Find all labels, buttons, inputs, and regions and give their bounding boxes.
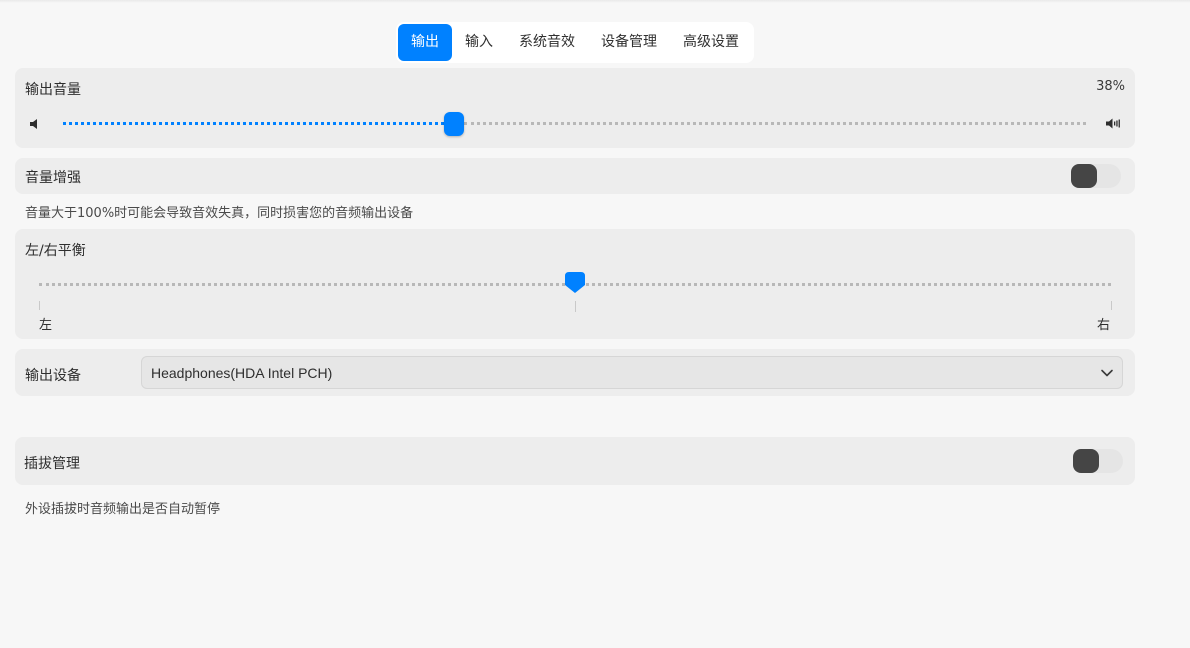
plug-management-toggle-knob xyxy=(1073,449,1099,473)
balance-right-label: 右 xyxy=(1097,318,1111,333)
volume-boost-label: 音量增强 xyxy=(25,170,81,186)
volume-high-icon[interactable] xyxy=(1105,117,1121,130)
tab-device-management[interactable]: 设备管理 xyxy=(588,24,670,61)
volume-boost-toggle[interactable] xyxy=(1071,164,1121,188)
tab-advanced-settings[interactable]: 高级设置 xyxy=(670,24,752,61)
balance-tick-center xyxy=(575,301,576,312)
balance-label: 左/右平衡 xyxy=(25,243,86,259)
tab-output[interactable]: 输出 xyxy=(398,24,452,61)
output-volume-card: 输出音量 38% xyxy=(15,68,1135,148)
plug-management-hint: 外设插拔时音频输出是否自动暂停 xyxy=(25,502,221,517)
volume-boost-toggle-knob xyxy=(1071,164,1097,188)
output-device-value: Headphones(HDA Intel PCH) xyxy=(151,365,333,381)
balance-tick-left xyxy=(39,301,40,310)
tab-system-sounds[interactable]: 系统音效 xyxy=(506,24,588,61)
output-volume-percent: 38% xyxy=(1096,79,1125,94)
balance-slider-handle[interactable] xyxy=(565,272,585,294)
tab-input[interactable]: 输入 xyxy=(452,24,506,61)
volume-track-empty xyxy=(464,122,1086,125)
volume-track-filled xyxy=(63,122,444,125)
volume-boost-card: 音量增强 xyxy=(15,158,1135,194)
volume-low-icon[interactable] xyxy=(29,118,41,130)
chevron-down-icon xyxy=(1101,369,1113,377)
sound-settings-page: 输出 输入 系统音效 设备管理 高级设置 输出音量 38% 音量增强 音量大于1… xyxy=(0,0,1190,648)
balance-left-label: 左 xyxy=(39,318,53,333)
balance-slider[interactable] xyxy=(39,272,1111,293)
balance-card: 左/右平衡 左 右 xyxy=(15,229,1135,339)
output-device-label: 输出设备 xyxy=(25,368,81,384)
plug-management-toggle[interactable] xyxy=(1073,449,1123,473)
output-volume-label: 输出音量 xyxy=(25,82,81,98)
balance-tick-right xyxy=(1111,301,1112,310)
top-edge xyxy=(0,0,1190,3)
output-volume-slider[interactable] xyxy=(63,112,1086,136)
plug-management-card: 插拔管理 xyxy=(15,437,1135,485)
volume-boost-hint: 音量大于100%时可能会导致音效失真，同时损害您的音频输出设备 xyxy=(25,206,414,221)
volume-slider-handle[interactable] xyxy=(444,112,464,136)
tab-bar: 输出 输入 系统音效 设备管理 高级设置 xyxy=(396,22,754,63)
plug-management-label: 插拔管理 xyxy=(24,456,80,472)
output-device-select[interactable]: Headphones(HDA Intel PCH) xyxy=(141,356,1123,389)
